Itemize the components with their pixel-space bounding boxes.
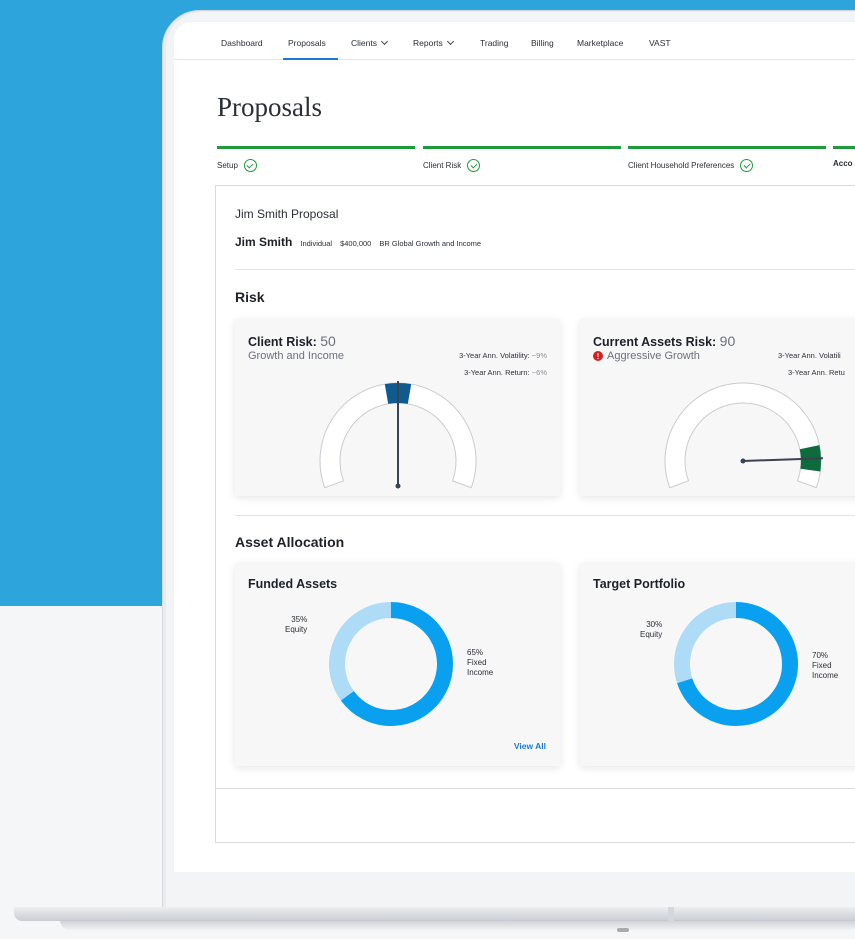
client-risk-gauge [319, 381, 477, 489]
funded-equity-label: 35% Equity [285, 615, 307, 635]
client-risk-title-label: Client Risk: [248, 335, 317, 349]
funded-assets-donut [329, 602, 453, 726]
funded-fixed-label: 65% Fixed Income [467, 648, 493, 678]
proposal-summary: Jim Smith Individual $400,000 BR Global … [235, 235, 481, 249]
risk-section-title: Risk [235, 289, 265, 305]
current-risk-score: 90 [719, 333, 736, 349]
target-portfolio-donut [674, 602, 798, 726]
client-volatility: 3-Year Ann. Volatility: ~9% [459, 351, 547, 360]
gauge-track [664, 382, 822, 489]
nav-trading[interactable]: Trading [480, 38, 509, 48]
target-portfolio-title: Target Portfolio [593, 577, 686, 591]
nav-proposals[interactable]: Proposals [288, 38, 326, 48]
donut-equity-slice [329, 602, 392, 701]
funded-assets-card: Funded Assets 35% Equity 65% Fixed Income V… [235, 563, 560, 766]
laptop-hinge [668, 907, 674, 921]
step-label: Client Household Preferences [628, 161, 735, 170]
check-circle-icon [740, 159, 754, 172]
gauge-needle-pivot [740, 458, 746, 464]
client-risk-category: Growth and Income [248, 350, 344, 362]
page-title: Proposals [217, 92, 323, 122]
return-label: 3-Year Ann. Return: [464, 368, 530, 377]
fixed-percent: 70% [812, 651, 829, 660]
current-risk-category: ! Aggressive Growth [593, 350, 700, 362]
funded-assets-title: Funded Assets [248, 577, 338, 591]
step-label: Client Risk [423, 161, 462, 170]
proposal-amount: $400,000 [340, 239, 372, 248]
equity-percent: 35% [291, 615, 308, 624]
target-fixed-label: 70% Fixed Income [812, 651, 838, 681]
return-value: ~6% [531, 368, 547, 377]
gauge-needle-pivot [395, 483, 401, 489]
client-risk-title: Client Risk: 50 [248, 333, 336, 349]
nav-reports-label: Reports [413, 38, 443, 48]
section-divider [235, 269, 855, 270]
client-return: 3-Year Ann. Return: ~6% [464, 368, 547, 377]
nav-dashboard[interactable]: Dashboard [221, 38, 263, 48]
current-risk-title-label: Current Assets Risk: [593, 335, 717, 349]
volatility-value: ~9% [531, 351, 547, 360]
fixed-text-1: Fixed [467, 658, 487, 667]
current-risk-gauge [664, 382, 823, 489]
volatility-label: 3-Year Ann. Volatility: [459, 351, 530, 360]
step-setup[interactable]: Setup [217, 146, 415, 172]
equity-percent: 30% [646, 620, 663, 629]
step-progress-bar [423, 146, 621, 149]
target-portfolio-card: Target Portfolio 30% Equity 70% Fixed Incom… [580, 563, 855, 766]
current-return: 3-Year Ann. Retu [788, 368, 845, 377]
check-circle-icon [243, 159, 257, 172]
step-progress-bar [628, 146, 826, 149]
step-progress-bar [217, 146, 415, 149]
nav-clients[interactable]: Clients [351, 37, 389, 48]
nav-clients-label: Clients [351, 38, 377, 48]
client-name: Jim Smith [235, 235, 293, 249]
chevron-down-icon [446, 37, 454, 46]
current-risk-category-label: Aggressive Growth [607, 350, 700, 362]
nav-vast[interactable]: VAST [649, 38, 671, 48]
view-all-link[interactable]: View All [514, 741, 546, 751]
step-label: Acco [833, 159, 853, 168]
fixed-percent: 65% [467, 648, 484, 657]
laptop-base [14, 907, 855, 921]
account-type: Individual [300, 239, 333, 248]
chevron-down-icon [380, 37, 389, 46]
step-household-preferences[interactable]: Client Household Preferences [628, 146, 826, 172]
fixed-text-2: Income [467, 668, 494, 677]
step-accounts[interactable]: Acco [833, 146, 855, 168]
current-assets-risk-card: Current Assets Risk: 90 ! Aggressive Grow… [580, 319, 855, 496]
section-divider [235, 515, 855, 516]
laptop-base-lip [60, 920, 855, 930]
donut-equity-slice [674, 602, 737, 684]
client-risk-score: 50 [320, 333, 336, 349]
current-risk-title: Current Assets Risk: 90 [593, 333, 735, 349]
equity-text: Equity [285, 625, 308, 634]
check-circle-icon [467, 159, 481, 172]
app-screen: Dashboard Proposals Clients Reports Trad… [174, 22, 855, 872]
nav-reports[interactable]: Reports [413, 37, 454, 48]
panel-footer-divider [215, 788, 855, 789]
fixed-text-1: Fixed [812, 661, 832, 670]
top-nav: Dashboard Proposals Clients Reports Trad… [174, 22, 855, 60]
current-volatility: 3-Year Ann. Volatili [778, 351, 841, 360]
model-name: BR Global Growth and Income [379, 239, 482, 248]
fixed-text-2: Income [812, 671, 839, 680]
proposal-title: Jim Smith Proposal [235, 207, 339, 221]
step-progress-bar [833, 146, 855, 149]
nav-marketplace[interactable]: Marketplace [577, 38, 623, 48]
nav-active-indicator [283, 58, 338, 60]
allocation-section-title: Asset Allocation [235, 534, 345, 550]
target-equity-label: 30% Equity [640, 620, 662, 640]
nav-billing[interactable]: Billing [531, 38, 554, 48]
equity-text: Equity [640, 630, 663, 639]
step-label: Setup [217, 161, 238, 170]
laptop-notch [617, 928, 629, 932]
step-client-risk[interactable]: Client Risk [423, 146, 621, 172]
alert-circle-icon: ! [593, 351, 603, 361]
client-risk-card: Client Risk: 50 Growth and Income 3-Year… [235, 319, 560, 496]
